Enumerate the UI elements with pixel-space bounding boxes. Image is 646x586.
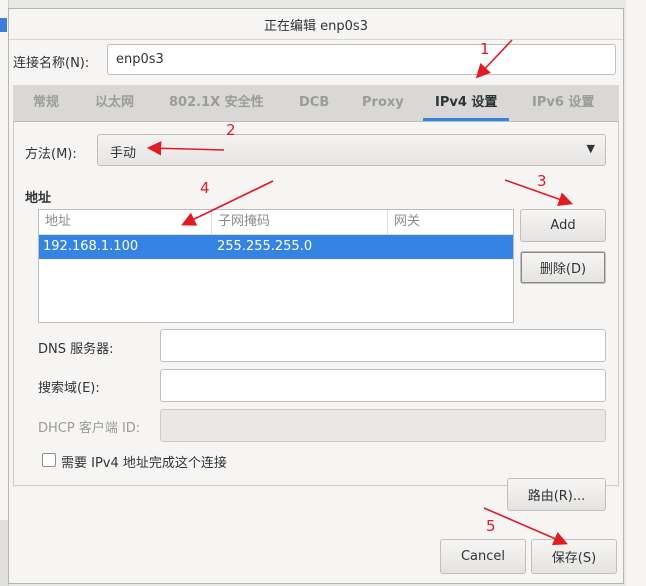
chevron-down-icon: ▼ [586,142,595,155]
search-domains-input[interactable] [160,369,606,402]
cell-gateway[interactable] [389,235,393,259]
dialog-title: 正在编辑 enp0s3 [264,18,368,34]
addresses-table[interactable]: 地址 子网掩码 网关 192.168.1.100 255.255.255.0 [38,209,514,323]
method-value: 手动 [110,146,137,161]
background-window-bottom [0,520,8,586]
search-domains-label: 搜索域(E): [38,381,100,396]
background-window-right [626,0,646,586]
dns-servers-input[interactable] [160,329,606,362]
delete-address-button[interactable]: 删除(D) [520,251,606,284]
table-row[interactable]: 192.168.1.100 255.255.255.0 [39,235,513,259]
require-ipv4-checkbox[interactable] [42,453,56,467]
require-ipv4-label[interactable]: 需要 IPv4 地址完成这个连接 [61,452,227,471]
method-label: 方法(M): [25,147,77,162]
tab-ethernet[interactable]: 以太网 [95,85,134,121]
column-header-gateway[interactable]: 网关 [387,210,513,234]
background-selection-strip [0,18,7,32]
dialog-titlebar[interactable]: 正在编辑 enp0s3 [9,9,623,40]
save-button[interactable]: 保存(S) [531,539,617,574]
dhcp-client-id-input [160,409,606,442]
routes-button[interactable]: 路由(R)... [507,478,606,511]
addresses-heading: 地址 [25,191,52,206]
settings-tabbar: 常规 以太网 802.1X 安全性 DCB Proxy IPv4 设置 IPv6… [13,85,619,122]
dns-servers-label: DNS 服务器: [38,342,114,357]
cancel-button[interactable]: Cancel [440,539,526,574]
tab-ipv4-settings[interactable]: IPv4 设置 [423,85,510,121]
cell-address[interactable]: 192.168.1.100 [39,235,138,259]
column-header-address[interactable]: 地址 [39,210,211,234]
tab-ipv6-settings[interactable]: IPv6 设置 [532,85,594,121]
tab-dcb[interactable]: DCB [299,85,329,121]
tab-8021x-security[interactable]: 802.1X 安全性 [169,85,264,121]
method-select[interactable]: 手动 ▼ [97,134,606,166]
tab-proxy[interactable]: Proxy [362,85,404,121]
tab-general[interactable]: 常规 [33,85,59,121]
cell-netmask[interactable]: 255.255.255.0 [213,235,312,259]
column-header-netmask[interactable]: 子网掩码 [211,210,387,234]
table-header: 地址 子网掩码 网关 [39,210,513,235]
connection-name-input[interactable] [107,44,616,75]
dhcp-client-id-label: DHCP 客户端 ID: [38,421,141,436]
connection-name-label: 连接名称(N): [13,56,90,71]
add-address-button[interactable]: Add [520,209,606,242]
edit-connection-dialog: 正在编辑 enp0s3 连接名称(N): 常规 以太网 802.1X 安全性 D… [8,8,624,584]
